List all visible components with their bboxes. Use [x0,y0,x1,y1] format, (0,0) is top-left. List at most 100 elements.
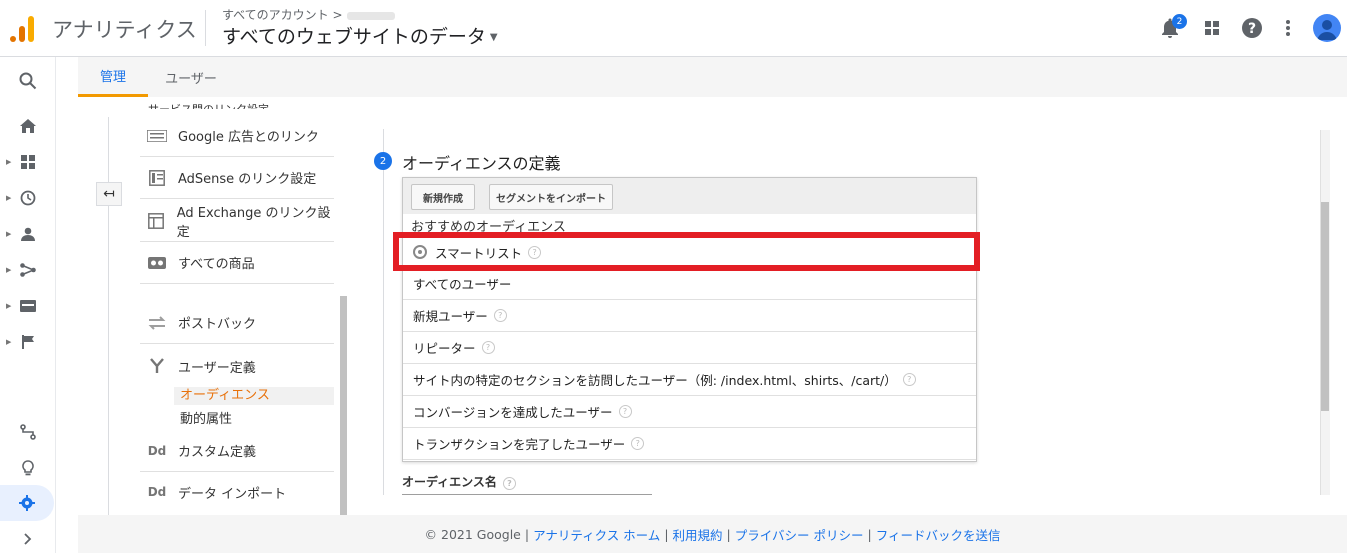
audience-person-icon[interactable]: ▶ [0,216,56,252]
adsense-icon [146,169,168,186]
option-label: リピーター [413,341,476,356]
audience-option-returning-users[interactable]: リピーター ? [403,332,976,364]
view-title: すべてのウェブサイトのデータ [222,26,486,48]
realtime-clock-icon[interactable]: ▶ [0,180,56,216]
discover-lightbulb-icon[interactable] [0,450,56,486]
dd-icon: Dd [147,443,167,458]
option-label: 新規ユーザー [413,309,488,324]
more-vert-icon[interactable] [1276,16,1300,40]
audience-option-converters[interactable]: コンバージョンを達成したユーザー ? [403,396,976,428]
step-timeline-line [383,129,384,495]
postback-icon [146,315,168,330]
audience-option-all-users[interactable]: すべてのユーザー [403,268,976,300]
admin-item-adsense-link[interactable]: AdSense のリンク設定 [140,157,334,199]
tab-user[interactable]: ユーザー [156,57,226,97]
help-circle-icon[interactable]: ? [631,437,645,450]
import-segment-button[interactable]: セグメントをインポート [489,184,613,210]
audience-option-transactors[interactable]: トランザクションを完了したユーザー ? [403,428,976,460]
audience-definition-dropdown: 新規作成 セグメントをインポート おすすめのオーディエンス スマートリスト ? … [402,177,977,462]
admin-item-user-definition[interactable]: ユーザー定義 [140,345,334,387]
footer-link-feedback[interactable]: フィードバックを送信 [876,525,1001,544]
admin-item-label: AdSense のリンク設定 [178,172,317,187]
admin-tabs: 管理 ユーザー [78,57,1347,97]
view-selector[interactable]: すべてのウェブサイトのデータ ▼ [222,22,498,49]
behavior-icon[interactable]: ▶ [0,288,56,324]
admin-item-label: ポストバック [178,317,257,332]
admin-item-label: データ インポート [178,486,287,502]
analytics-app: アナリティクス すべてのアカウント > すべてのウェブサイトのデータ ▼ 2 ? … [0,0,1347,553]
admin-item-postback[interactable]: ポストバック [140,302,334,344]
step-title: オーディエンスの定義 [402,154,561,173]
acquisition-icon[interactable]: ▶ [0,252,56,288]
section-title-cut: サービス間のリンク設定 [148,99,269,109]
smart-list-highlight-box [393,232,980,271]
expand-arrow-icon: ▶ [6,338,12,346]
admin-item-data-import[interactable]: Dd データ インポート [140,471,334,513]
header-divider [205,10,206,46]
expand-arrow-icon: ▶ [6,302,12,310]
footer-separator: | [867,526,872,542]
page-footer: © 2021 Google | アナリティクス ホーム | 利用規約 | プライ… [78,515,1347,553]
left-nav-rail: ▶ ▶ ▶ ▶ ▶ ▶ [0,57,56,553]
tab-admin[interactable]: 管理 [78,57,148,97]
audience-option-new-users[interactable]: 新規ユーザー ? [403,300,976,332]
admin-item-custom-definitions[interactable]: Dd カスタム定義 [140,430,334,472]
help-circle-icon[interactable]: ? [618,405,632,418]
apps-grid-icon[interactable] [1200,16,1224,40]
home-icon[interactable] [0,108,56,144]
option-label: すべてのユーザー [413,277,512,292]
admin-item-label: すべての商品 [178,257,255,272]
admin-gear-icon[interactable] [0,485,54,521]
svg-text:?: ? [1248,21,1256,37]
app-name: アナリティクス [52,18,197,42]
conversion-flag-icon[interactable]: ▶ [0,324,56,360]
main-scrollbar-thumb[interactable] [1321,202,1329,411]
expand-arrow-icon: ▶ [6,230,12,238]
ad-exchange-icon [146,212,167,229]
notification-count-badge: 2 [1172,14,1187,29]
audience-option-visited-section[interactable]: サイト内の特定のセクションを訪問したユーザー（例: /index.html、sh… [403,364,976,396]
help-circle-icon[interactable]: ? [481,341,495,354]
search-icon[interactable] [0,63,56,99]
admin-item-label: カスタム定義 [178,445,257,460]
back-arrow-icon: ↤ [103,186,115,202]
google-ads-icon [146,129,168,142]
analytics-logo-icon[interactable] [10,14,36,42]
footer-separator: | [524,526,530,542]
account-breadcrumb[interactable]: すべてのアカウント > [222,6,395,23]
column-divider [108,117,109,515]
products-icon [146,256,168,269]
help-circle-icon[interactable]: ? [493,309,507,322]
expand-arrow-icon: ▶ [6,266,12,274]
footer-link-terms[interactable]: 利用規約 [673,525,723,544]
admin-item-google-ads-link[interactable]: Google 広告とのリンク [140,115,334,157]
step-number-badge: 2 [374,152,392,170]
audience-name-label: オーディエンス名? [402,473,516,490]
help-circle-icon[interactable]: ? [902,373,916,386]
caret-down-icon: ▼ [489,32,498,43]
help-circle-icon[interactable]: ? [502,477,516,490]
admin-item-all-products[interactable]: すべての商品 [140,242,334,284]
collapse-back-button[interactable]: ↤ [96,182,122,206]
customization-icon[interactable]: ▶ [0,144,56,180]
admin-item-label: ユーザー定義 [178,360,256,376]
admin-item-label: Ad Exchange のリンク設定 [176,205,331,240]
admin-item-label: Google 広告とのリンク [178,130,319,145]
help-icon[interactable]: ? [1240,16,1264,40]
new-create-button[interactable]: 新規作成 [411,184,475,210]
admin-menu-scrollbar[interactable] [340,296,347,515]
footer-link-privacy[interactable]: プライバシー ポリシー [735,525,864,544]
attribution-icon[interactable] [0,414,56,450]
account-avatar[interactable] [1313,14,1341,42]
footer-link-analytics-home[interactable]: アナリティクス ホーム [533,525,660,544]
audience-name-text: オーディエンス名 [402,475,497,489]
expand-rail-chevron-icon[interactable] [0,521,56,553]
admin-item-ad-exchange-link[interactable]: Ad Exchange のリンク設定 [140,200,334,242]
sub-item-audience[interactable]: オーディエンス [174,387,334,405]
redacted-account-name [346,11,395,20]
audience-name-input[interactable] [402,494,652,495]
breadcrumb-text: すべてのアカウント > [222,8,343,22]
option-label: トランザクションを完了したユーザー [413,437,626,452]
top-header: アナリティクス すべてのアカウント > すべてのウェブサイトのデータ ▼ 2 ? [0,0,1347,57]
sub-item-dynamic-attributes[interactable]: 動的属性 [180,408,232,427]
